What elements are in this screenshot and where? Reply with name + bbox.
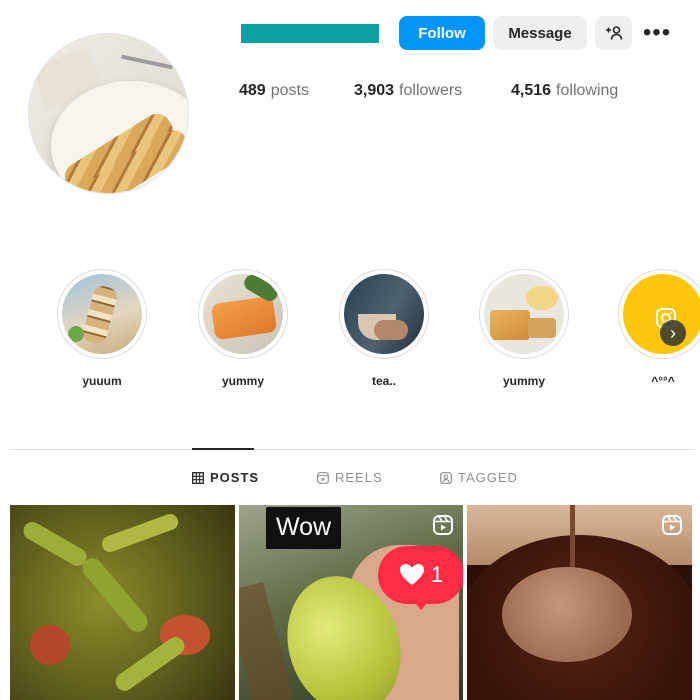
tab-posts-label: POSTS: [210, 470, 260, 485]
reel-icon: [662, 515, 682, 535]
grid-icon: [192, 471, 204, 484]
tab-tagged[interactable]: TAGGED: [440, 470, 518, 485]
highlight-item[interactable]: yuuum: [57, 269, 147, 388]
highlight-cover: [203, 274, 283, 354]
stat-following-value: 4,516: [511, 82, 552, 99]
highlight-ring: [339, 269, 429, 359]
stat-followers-value: 3,903: [354, 82, 395, 99]
post-tile[interactable]: [10, 505, 235, 700]
highlight-cover: [484, 274, 564, 354]
highlight-cover: [62, 274, 142, 354]
highlight-label: tea..: [371, 374, 396, 388]
stat-posts[interactable]: 489 posts: [239, 82, 309, 100]
follow-button[interactable]: Follow: [399, 16, 485, 50]
message-button[interactable]: Message: [493, 16, 587, 50]
highlight-item[interactable]: ^°°^: [618, 269, 700, 388]
active-tab-indicator: [192, 448, 254, 450]
highlight-label: yummy: [221, 374, 265, 388]
highlights-next-arrow-icon[interactable]: ›: [660, 320, 686, 346]
heart-icon: [399, 564, 424, 585]
stat-posts-value: 489: [239, 82, 266, 99]
highlight-cover: [344, 274, 424, 354]
add-user-icon: [605, 26, 622, 40]
tab-tagged-label: TAGGED: [458, 470, 518, 485]
profile-avatar[interactable]: [28, 33, 189, 194]
post-tile[interactable]: [467, 505, 692, 700]
stat-following[interactable]: 4,516 following: [511, 82, 618, 100]
highlight-label: yuuum: [82, 374, 122, 388]
highlight-item[interactable]: tea..: [339, 269, 429, 388]
highlight-ring: [618, 269, 700, 359]
tab-posts[interactable]: POSTS: [192, 470, 259, 485]
like-badge-tail: [411, 598, 431, 610]
reel-icon: [433, 515, 453, 535]
highlight-cover: [623, 274, 700, 354]
suggest-user-button[interactable]: [595, 16, 632, 50]
highlight-ring: [198, 269, 288, 359]
highlight-label: yummy: [502, 374, 546, 388]
like-count: 1: [430, 562, 444, 587]
highlight-ring: [479, 269, 569, 359]
stat-posts-label: posts: [270, 82, 309, 99]
username-redacted-bar: [241, 24, 379, 43]
stat-followers[interactable]: 3,903 followers: [354, 82, 462, 100]
tagged-icon: [440, 471, 452, 484]
reels-icon: [317, 471, 329, 484]
post-tile[interactable]: Wow 1: [239, 505, 463, 700]
highlight-label: ^°°^: [651, 374, 675, 388]
highlight-ring: [57, 269, 147, 359]
post-overlay-text: Wow: [266, 507, 342, 549]
tabs-divider: [10, 449, 694, 450]
highlight-item[interactable]: yummy: [198, 269, 288, 388]
stat-followers-label: followers: [399, 82, 463, 99]
like-notification-badge: 1: [378, 546, 463, 604]
highlight-item[interactable]: yummy: [479, 269, 569, 388]
stat-following-label: following: [556, 82, 619, 99]
tab-reels-label: REELS: [335, 470, 383, 485]
tab-reels[interactable]: REELS: [317, 470, 383, 485]
more-options-icon[interactable]: •••: [640, 19, 674, 46]
